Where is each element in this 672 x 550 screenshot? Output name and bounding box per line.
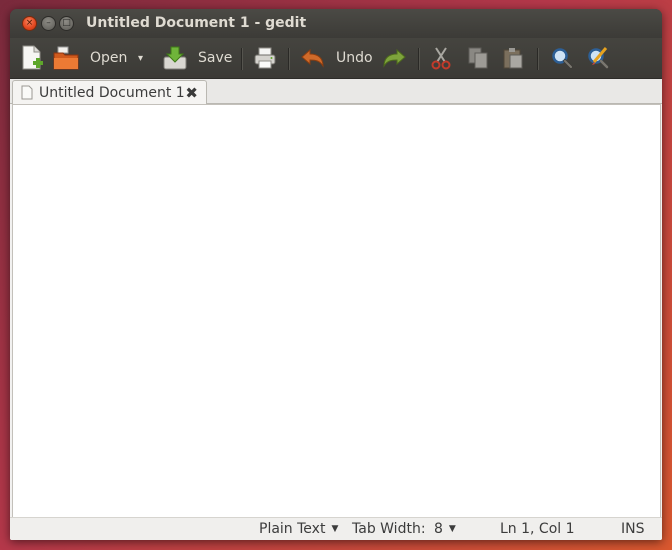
document-area: Untitled Document 1 ✖ Plain Text ▼ Tab Wi… [10,79,662,540]
new-document-icon [22,45,43,70]
save-label: Save [198,50,233,66]
close-window-button[interactable]: × [22,16,37,31]
gedit-window: × – □ Untitled Document 1 - gedit Open ▾ [10,9,662,540]
print-button[interactable] [253,42,277,74]
tab-width-value: 8 [434,521,443,537]
open-folder-icon [53,46,79,70]
paste-icon [503,48,523,69]
redo-button[interactable] [381,42,407,74]
toolbar-separator [537,48,538,70]
open-recent-dropdown[interactable]: ▾ [138,42,143,74]
status-bar: Plain Text ▼ Tab Width: 8 ▼ Ln 1, Col 1 IN… [10,517,662,540]
find-replace-icon [588,47,609,69]
redo-icon [383,48,406,68]
tab-width-label: Tab Width: [352,521,426,537]
language-selector[interactable]: Plain Text ▼ [259,521,338,537]
tab-untitled-document-1[interactable]: Untitled Document 1 ✖ [12,80,207,104]
copy-icon [468,47,488,69]
maximize-window-button[interactable]: □ [59,16,74,31]
find-button[interactable] [550,42,574,74]
copy-button[interactable] [467,42,489,74]
minimize-icon: – [46,18,51,28]
chevron-down-icon: ▾ [138,52,144,64]
chevron-down-icon: ▼ [448,524,456,534]
document-icon [21,85,33,100]
find-icon [552,48,573,69]
toolbar-separator [288,48,289,70]
language-label: Plain Text [259,521,326,537]
insert-mode-indicator: INS [621,521,645,537]
toolbar: Open ▾ Save Undo [10,38,662,79]
save-icon [163,46,187,70]
cursor-position: Ln 1, Col 1 [500,521,575,537]
close-icon: × [25,18,34,28]
tab-width-selector[interactable]: Tab Width: 8 ▼ [352,521,456,537]
paste-button[interactable] [502,42,524,74]
open-button[interactable]: Open [52,42,127,74]
print-icon [254,47,276,69]
text-editor[interactable] [12,104,661,518]
minimize-window-button[interactable]: – [41,16,56,31]
find-replace-button[interactable] [586,42,610,74]
close-tab-icon[interactable]: ✖ [185,84,198,102]
open-label: Open [90,50,128,66]
title-bar[interactable]: × – □ Untitled Document 1 - gedit [10,9,662,38]
new-document-button[interactable] [20,42,44,74]
undo-label: Undo [336,50,373,66]
cut-icon [431,47,451,70]
undo-icon [301,48,324,68]
window-title: Untitled Document 1 - gedit [86,15,307,31]
toolbar-separator [418,48,419,70]
cut-button[interactable] [430,42,452,74]
maximize-icon: □ [62,18,71,28]
undo-button[interactable]: Undo [300,42,373,74]
tab-strip: Untitled Document 1 ✖ [10,79,662,104]
toolbar-separator [241,48,242,70]
save-button[interactable]: Save [162,42,232,74]
chevron-down-icon: ▼ [331,524,339,534]
tab-label: Untitled Document 1 [39,84,185,101]
